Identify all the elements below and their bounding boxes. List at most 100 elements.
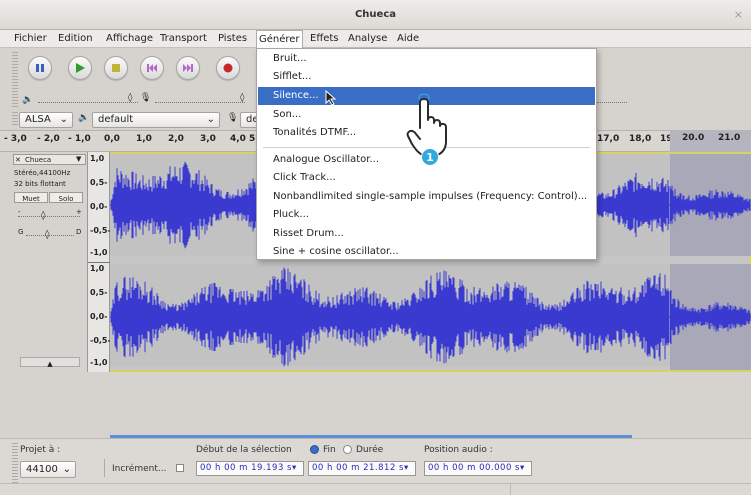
mute-label: Muet <box>22 195 40 203</box>
menu-effets[interactable]: Effets <box>308 30 341 48</box>
track-name-button[interactable]: ✕ Chueca ▼ <box>13 154 86 165</box>
skip-start-icon <box>147 64 157 72</box>
host-select-value: ALSA <box>25 114 51 125</box>
menu-pistes[interactable]: Pistes <box>216 30 249 48</box>
stop-icon <box>112 64 120 72</box>
meter-track <box>597 102 627 103</box>
project-rate-label: Projet à : <box>20 445 61 455</box>
slider-thumb-icon-2[interactable]: ◊ <box>240 93 244 103</box>
ruler-label: 2,0 <box>168 134 184 144</box>
play-icon <box>76 63 85 73</box>
ruler-selection[interactable]: 20.0 21.0 <box>670 130 751 152</box>
audio-position-time[interactable]: 00 h 00 m 00.000 s▾ <box>424 461 532 476</box>
menu-item-pluck[interactable]: Pluck... <box>258 206 595 224</box>
waveform-right-channel[interactable] <box>110 264 670 367</box>
record-volume-slider[interactable] <box>155 102 245 103</box>
solo-label: Solo <box>58 195 74 203</box>
device-grip[interactable] <box>12 112 18 126</box>
ruler-label: 18,0 <box>629 134 652 144</box>
solo-button[interactable]: Solo <box>49 192 83 203</box>
status-bar-divider <box>0 483 751 484</box>
slider-thumb-icon[interactable]: ◊ <box>128 93 132 103</box>
mute-button[interactable]: Muet <box>14 192 48 203</box>
waveform-path <box>669 185 751 225</box>
waveform-left-selected-svg <box>669 185 751 225</box>
channel-divider <box>88 262 110 263</box>
close-icon[interactable]: × <box>734 0 743 30</box>
ruler-label: 1,0 <box>136 134 152 144</box>
playback-volume-slider[interactable] <box>38 102 138 103</box>
scale-label: 0,0- <box>90 202 108 211</box>
amplitude-ruler: 1,0 0,5- 0,0- -0,5- -1,0 1,0 0,5- 0,0- -… <box>88 152 111 372</box>
ruler-label: - 3,0 <box>4 134 27 144</box>
selection-grip[interactable] <box>12 443 18 483</box>
menu-generer[interactable]: Générer <box>256 30 303 48</box>
skip-end-button[interactable] <box>176 56 200 80</box>
menu-item-risset-drum[interactable]: Risset Drum... <box>258 225 595 243</box>
menu-affichage[interactable]: Affichage <box>104 30 155 48</box>
project-rate-select[interactable]: 44100 ⌄ <box>20 461 76 478</box>
scale-label: -0,5- <box>90 336 111 345</box>
pause-button[interactable] <box>28 56 52 80</box>
selection-start-time[interactable]: 00 h 00 m 19.193 s▾ <box>196 461 304 476</box>
mouse-pointer-icon <box>325 90 337 106</box>
increment-label: Incrément... <box>112 464 167 474</box>
collapse-track-button[interactable]: ▲ <box>20 357 80 368</box>
menu-transport[interactable]: Transport <box>158 30 209 48</box>
menu-item-click-track[interactable]: Click Track... <box>258 169 595 187</box>
audio-position-value: 00 h 00 m 00.000 s <box>428 463 520 473</box>
ruler-label: 3,0 <box>200 134 216 144</box>
menu-bar: Fichier Edition Affichage Transport Pist… <box>0 30 751 48</box>
ruler-label: 21.0 <box>718 133 741 143</box>
microphone-input-icon: 🎙 <box>227 113 239 123</box>
chevron-down-icon: ⌄ <box>62 464 71 475</box>
close-track-icon[interactable]: ✕ <box>15 156 21 164</box>
ruler-label: 0,0 <box>104 134 120 144</box>
selection-right-channel[interactable] <box>669 264 751 370</box>
menu-item-impulses[interactable]: Nonbandlimited single-sample impulses (F… <box>258 188 595 206</box>
waveform-right-svg <box>110 267 670 367</box>
meter-grip[interactable] <box>12 94 18 108</box>
ruler-label: 5 <box>249 134 256 144</box>
pan-thumb-icon[interactable]: ◊ <box>45 230 49 240</box>
duration-radio[interactable] <box>343 445 352 454</box>
menu-fichier[interactable]: Fichier <box>12 30 49 48</box>
menu-aide[interactable]: Aide <box>395 30 421 48</box>
menu-item-sifflet[interactable]: Sifflet... <box>258 68 595 86</box>
ruler-label: 17,0 <box>597 134 620 144</box>
output-device-select[interactable]: default ⌄ <box>92 112 220 128</box>
waveform-right-selected-svg <box>669 290 751 344</box>
menu-item-sine-cosine[interactable]: Sine + cosine oscillator... <box>258 243 595 261</box>
gain-minus: - <box>18 208 21 216</box>
toolbar-grip[interactable] <box>12 52 18 92</box>
scale-label: -1,0 <box>90 248 108 257</box>
ruler-label: 4,0 <box>230 134 246 144</box>
microphone-icon: 🎙 <box>140 93 152 103</box>
increment-checkbox[interactable] <box>176 464 184 472</box>
pan-left: G <box>18 228 24 236</box>
duration-label: Durée <box>356 445 384 455</box>
selection-end-time[interactable]: 00 h 00 m 21.812 s▾ <box>308 461 416 476</box>
pan-slider[interactable] <box>26 235 74 236</box>
host-select[interactable]: ALSA ⌄ <box>19 112 73 128</box>
speaker-output-icon: 🔈 <box>78 113 90 123</box>
play-button[interactable] <box>68 56 92 80</box>
end-radio[interactable] <box>310 445 319 454</box>
stop-button[interactable] <box>104 56 128 80</box>
record-button[interactable] <box>216 56 240 80</box>
scale-label: 1,0 <box>90 154 105 163</box>
end-label: Fin <box>323 445 336 455</box>
selection-end-value: 00 h 00 m 21.812 s <box>312 463 404 473</box>
gain-thumb-icon[interactable]: ◊ <box>41 211 45 221</box>
menu-edition[interactable]: Edition <box>56 30 95 48</box>
empty-track-space[interactable] <box>0 372 751 438</box>
menu-item-bruit[interactable]: Bruit... <box>258 50 595 68</box>
selection-left-channel[interactable] <box>669 154 751 256</box>
output-device-value: default <box>98 114 134 125</box>
pan-right: D <box>76 228 82 236</box>
gain-slider[interactable] <box>18 216 80 217</box>
ruler-label: - 2,0 <box>37 134 60 144</box>
skip-start-button[interactable] <box>140 56 164 80</box>
speaker-icon: 🔈 <box>22 95 34 105</box>
menu-analyse[interactable]: Analyse <box>346 30 389 48</box>
